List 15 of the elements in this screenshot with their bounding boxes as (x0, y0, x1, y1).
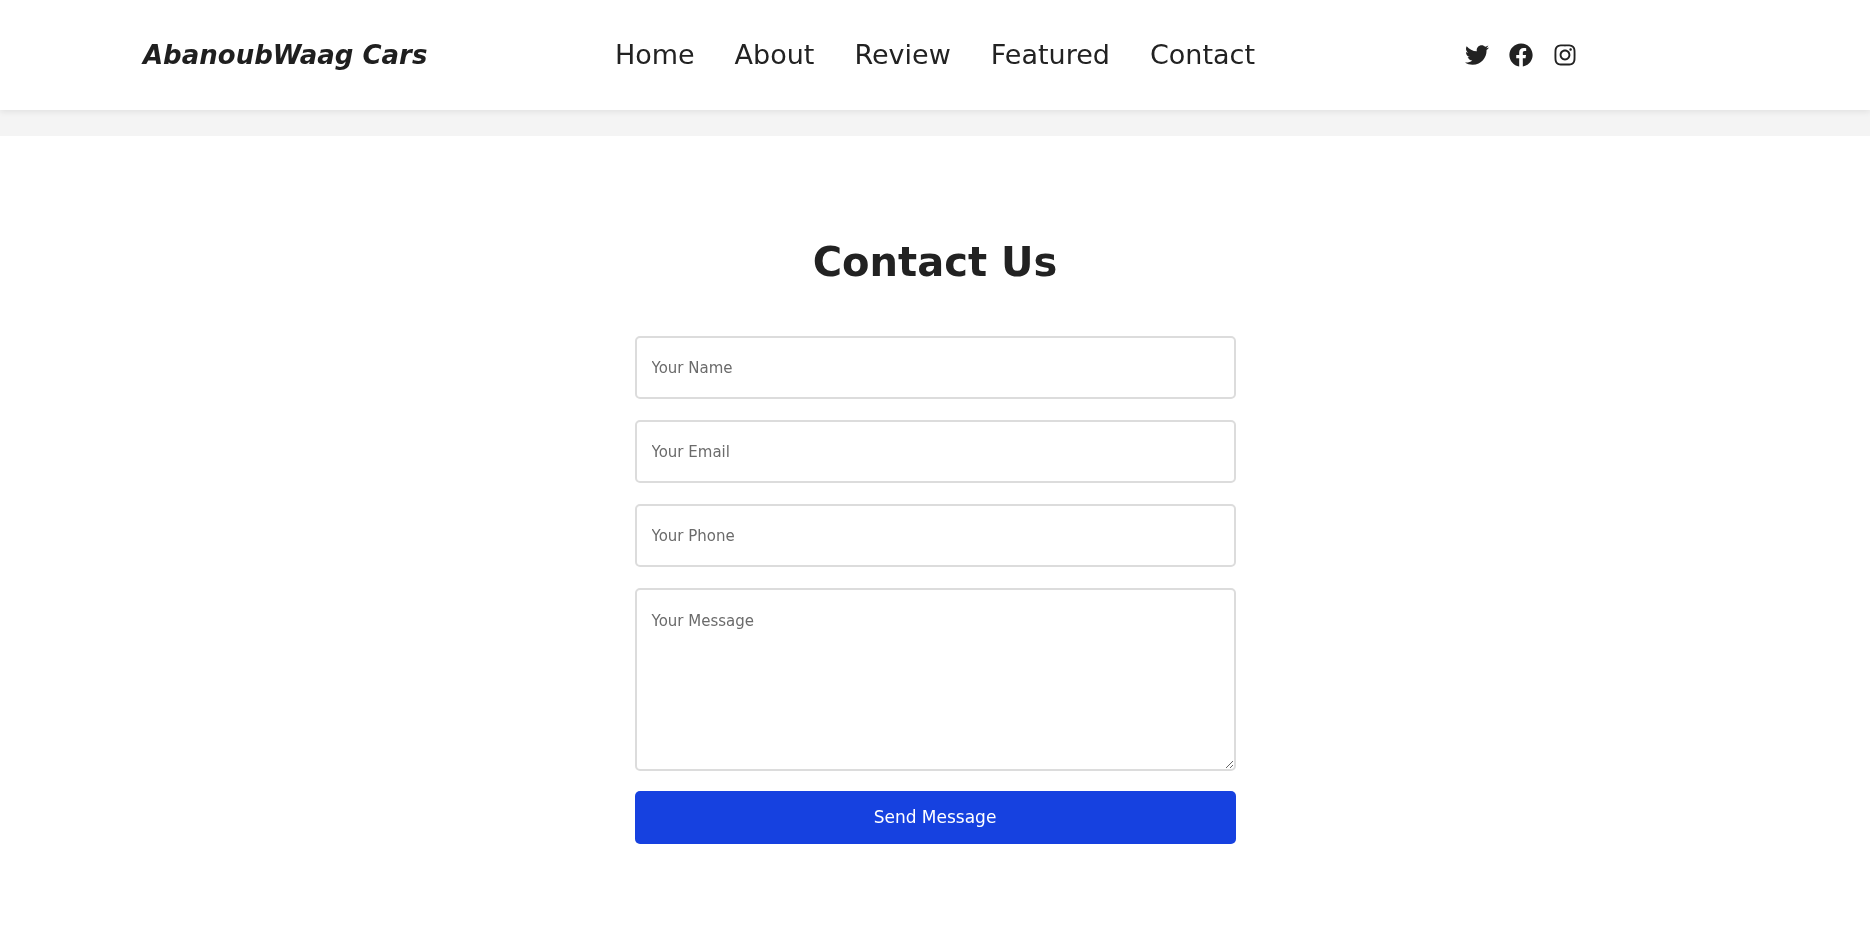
message-field[interactable]: Your Message (634, 588, 1236, 771)
nav-link[interactable]: Featured (990, 34, 1110, 76)
input-field[interactable]: Your Name (634, 336, 1236, 399)
send-button[interactable]: Send Message (634, 791, 1236, 844)
nav-link[interactable]: Home (614, 34, 695, 76)
section-title: Contact Us (812, 238, 1058, 287)
input-field[interactable]: Your Phone (634, 504, 1236, 567)
site-logo[interactable]: AbanoubWaag Cars (143, 39, 428, 70)
instagram-icon[interactable] (1553, 43, 1577, 67)
input-field[interactable]: Your Email (634, 420, 1236, 483)
nav-link[interactable]: About (734, 34, 815, 76)
facebook-icon[interactable] (1509, 43, 1533, 67)
twitter-icon[interactable] (1465, 43, 1489, 67)
nav-link[interactable]: Review (854, 34, 951, 76)
nav-link[interactable]: Contact (1149, 34, 1255, 76)
